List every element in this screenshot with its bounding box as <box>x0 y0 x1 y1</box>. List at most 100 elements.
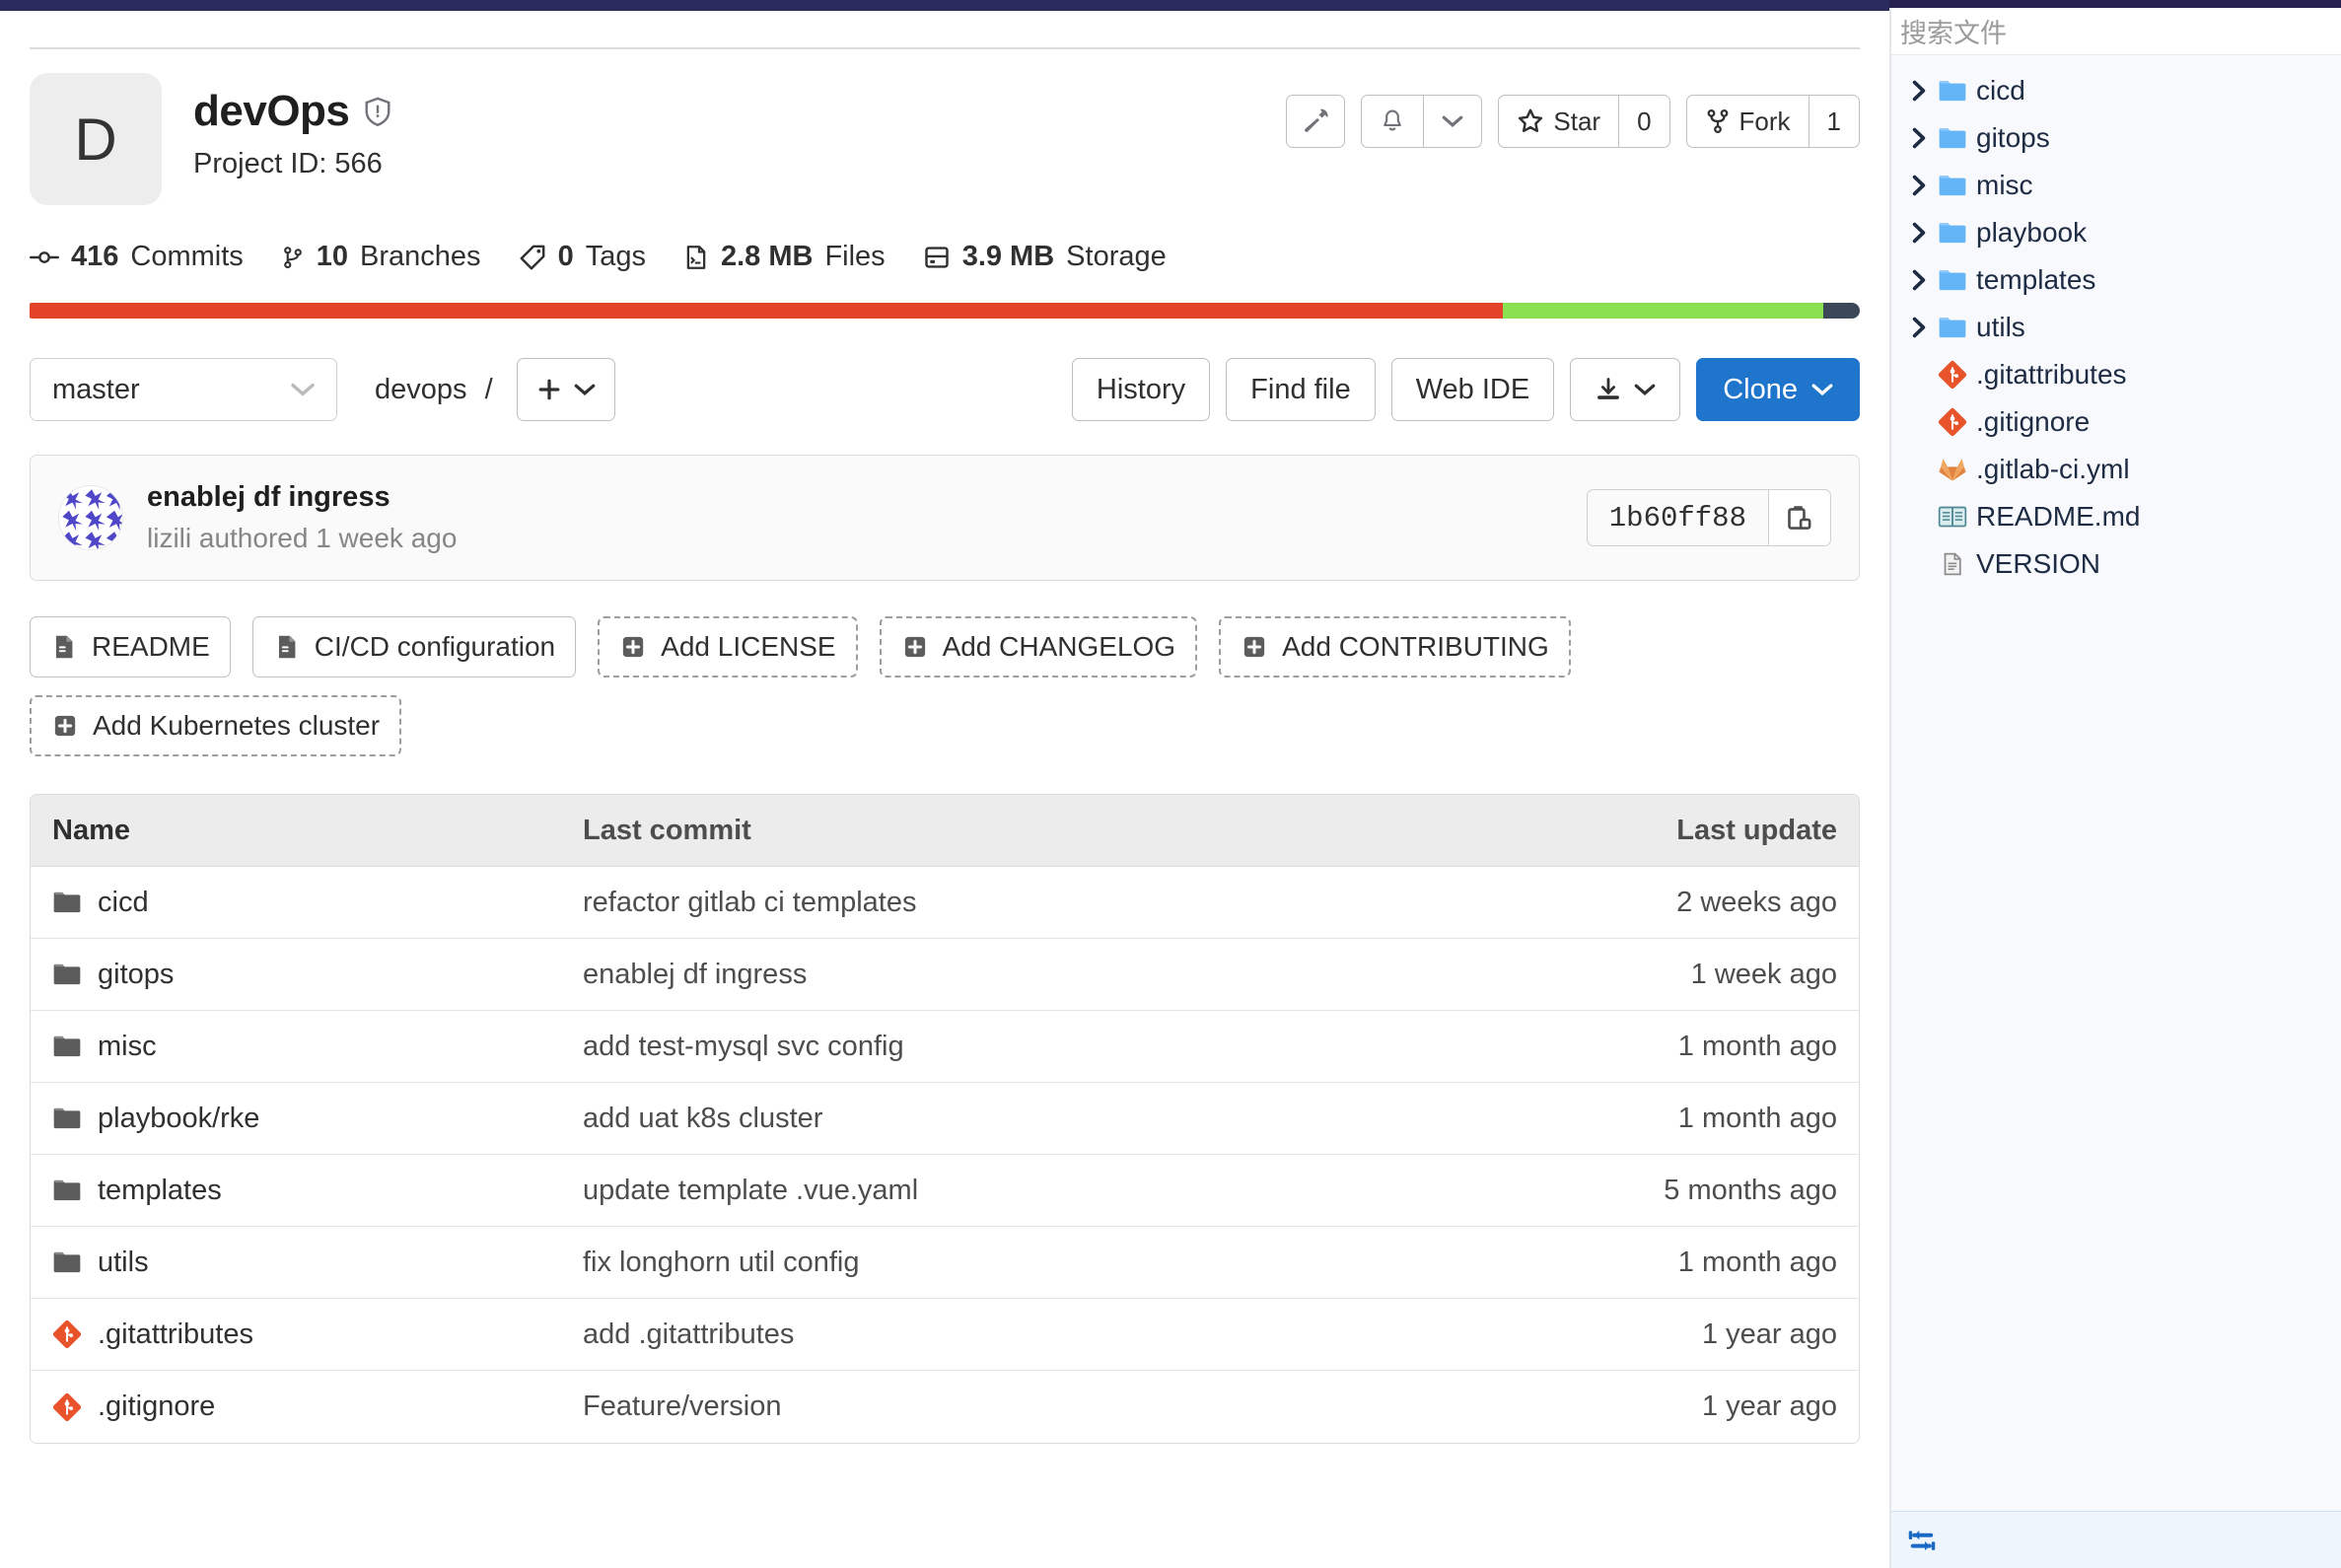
quick-action-add-contributing[interactable]: Add CONTRIBUTING <box>1219 616 1571 677</box>
commit-sha-group: 1b60ff88 <box>1586 489 1831 546</box>
file-name-cell[interactable]: .gitattributes <box>31 1319 583 1351</box>
notifications-bell-button[interactable] <box>1361 95 1424 148</box>
add-to-repo-button[interactable] <box>516 358 615 421</box>
project-header-actions: Star 0 Fork 1 <box>1286 73 1860 148</box>
file-name-cell[interactable]: cicd <box>31 887 583 919</box>
file-explorer-item-templates[interactable]: templates <box>1891 256 2341 304</box>
wrench-icon <box>1301 107 1330 136</box>
last-commit-cell[interactable]: fix longhorn util config <box>583 1247 1533 1279</box>
file-name-cell[interactable]: playbook/rke <box>31 1103 583 1135</box>
find-file-button[interactable]: Find file <box>1226 358 1376 421</box>
table-row[interactable]: misc add test-mysql svc config 1 month ago <box>31 1011 1859 1083</box>
fork-count[interactable]: 1 <box>1808 95 1860 148</box>
chevron-down-icon[interactable] <box>1423 95 1483 148</box>
file-name-cell[interactable]: utils <box>31 1247 583 1279</box>
file-explorer-item-gitignore[interactable]: .gitignore <box>1891 398 2341 446</box>
file-explorer-item-misc[interactable]: misc <box>1891 162 2341 209</box>
last-update-cell: 1 month ago <box>1677 1030 1837 1062</box>
star-count[interactable]: 0 <box>1618 95 1670 148</box>
chevron-right-icon[interactable] <box>1905 127 1933 149</box>
web-ide-button[interactable]: Web IDE <box>1390 358 1555 421</box>
stat-storage-value: 3.9 MB <box>961 241 1055 272</box>
star-button-group[interactable]: Star 0 <box>1498 95 1670 148</box>
quick-action-add-kubernetes-cluster[interactable]: Add Kubernetes cluster <box>30 695 402 756</box>
file-name-cell[interactable]: templates <box>31 1175 583 1207</box>
file-name-cell[interactable]: gitops <box>31 959 583 991</box>
language-segment[interactable] <box>30 303 1504 319</box>
stat-commits-value: 416 <box>71 241 119 272</box>
table-row[interactable]: templates update template .vue.yaml 5 mont… <box>31 1155 1859 1227</box>
chevron-right-icon[interactable] <box>1905 80 1933 102</box>
project-stats: 416 Commits 10 Branches 0 Tags 2.8 MB Fi… <box>30 241 1860 273</box>
project-id-label: Project ID: 566 <box>193 148 383 179</box>
last-commit-cell[interactable]: enablej df ingress <box>583 959 1533 991</box>
table-row[interactable]: .gitattributes add .gitattributes 1 year a… <box>31 1299 1859 1371</box>
plus-square-icon <box>901 633 929 661</box>
table-row[interactable]: .gitignore Feature/version 1 year ago <box>31 1371 1859 1443</box>
file-explorer-item-gitlab-ci-yml[interactable]: .gitlab-ci.yml <box>1891 446 2341 493</box>
last-update-cell: 2 weeks ago <box>1676 886 1837 918</box>
chevron-right-icon[interactable] <box>1905 269 1933 291</box>
notifications-dropdown[interactable] <box>1361 95 1483 148</box>
star-button[interactable]: Star <box>1498 95 1619 148</box>
branch-selector-value: master <box>52 373 140 405</box>
last-update-cell: 5 months ago <box>1664 1174 1837 1206</box>
copy-icon[interactable] <box>1768 489 1831 546</box>
history-button[interactable]: History <box>1071 358 1211 421</box>
last-commit-cell[interactable]: Feature/version <box>583 1390 1533 1423</box>
language-composition-bar[interactable] <box>30 303 1860 319</box>
stat-branches[interactable]: 10 Branches <box>281 241 481 273</box>
global-navbar <box>0 0 1889 11</box>
branch-selector[interactable]: master <box>30 358 337 421</box>
plus-square-icon <box>1241 633 1268 661</box>
table-row[interactable]: cicd refactor gitlab ci templates 2 weeks … <box>31 867 1859 939</box>
commit-message[interactable]: enablej df ingress <box>147 481 457 514</box>
last-commit-cell[interactable]: refactor gitlab ci templates <box>583 887 1533 919</box>
table-row[interactable]: playbook/rke add uat k8s cluster 1 month a… <box>31 1083 1859 1155</box>
content-top-divider <box>30 47 1860 49</box>
breadcrumb-root[interactable]: devops <box>375 374 467 405</box>
file-name-cell[interactable]: .gitignore <box>31 1390 583 1423</box>
fork-button-group[interactable]: Fork 1 <box>1685 95 1860 148</box>
quick-action-label: CI/CD configuration <box>314 631 556 662</box>
file-explorer-item-label: misc <box>1976 170 2033 200</box>
file-explorer-item-playbook[interactable]: playbook <box>1891 209 2341 256</box>
file-explorer-item-readme-md[interactable]: README.md <box>1891 493 2341 540</box>
download-source-button[interactable] <box>1570 358 1681 421</box>
chevron-right-icon[interactable] <box>1905 317 1933 338</box>
stat-commits-label: Commits <box>130 241 244 272</box>
quick-action-readme[interactable]: README <box>30 616 231 677</box>
chevron-down-icon <box>574 383 596 396</box>
clone-button-label: Clone <box>1723 373 1798 405</box>
clone-button[interactable]: Clone <box>1696 358 1860 421</box>
language-segment[interactable] <box>1822 303 1860 319</box>
chevron-right-icon[interactable] <box>1905 175 1933 196</box>
quick-action-add-license[interactable]: Add LICENSE <box>598 616 858 677</box>
commit-sha[interactable]: 1b60ff88 <box>1586 489 1768 546</box>
last-commit-cell[interactable]: update template .vue.yaml <box>583 1175 1533 1207</box>
file-explorer-item-version[interactable]: VERSION <box>1891 540 2341 588</box>
file-explorer-item-cicd[interactable]: cicd <box>1891 67 2341 114</box>
folder-icon <box>52 1249 82 1275</box>
storage-icon <box>923 244 951 271</box>
stat-tags[interactable]: 0 Tags <box>519 241 646 273</box>
language-segment[interactable] <box>1503 303 1823 319</box>
chevron-right-icon[interactable] <box>1905 222 1933 244</box>
search-files-input[interactable]: 搜索文件 <box>1891 8 2341 55</box>
last-commit-cell[interactable]: add uat k8s cluster <box>583 1103 1533 1135</box>
project-settings-button[interactable] <box>1286 95 1346 148</box>
table-row[interactable]: utils fix longhorn util config 1 month ago <box>31 1227 1859 1299</box>
table-row[interactable]: gitops enablej df ingress 1 week ago <box>31 939 1859 1011</box>
quick-action-add-changelog[interactable]: Add CHANGELOG <box>879 616 1198 677</box>
stat-commits[interactable]: 416 Commits <box>30 241 244 273</box>
quick-action-ci-cd-configuration[interactable]: CI/CD configuration <box>251 616 577 677</box>
fork-button[interactable]: Fork <box>1685 95 1809 148</box>
file-explorer-item-gitattributes[interactable]: .gitattributes <box>1891 351 2341 398</box>
last-commit-cell[interactable]: add test-mysql svc config <box>583 1031 1533 1063</box>
collapse-panel-button[interactable] <box>1891 1511 2341 1568</box>
file-explorer-item-gitops[interactable]: gitops <box>1891 114 2341 162</box>
last-commit-cell[interactable]: add .gitattributes <box>583 1319 1533 1351</box>
file-explorer-item-utils[interactable]: utils <box>1891 304 2341 351</box>
quick-action-label: Add CONTRIBUTING <box>1282 631 1549 662</box>
file-name-cell[interactable]: misc <box>31 1031 583 1063</box>
